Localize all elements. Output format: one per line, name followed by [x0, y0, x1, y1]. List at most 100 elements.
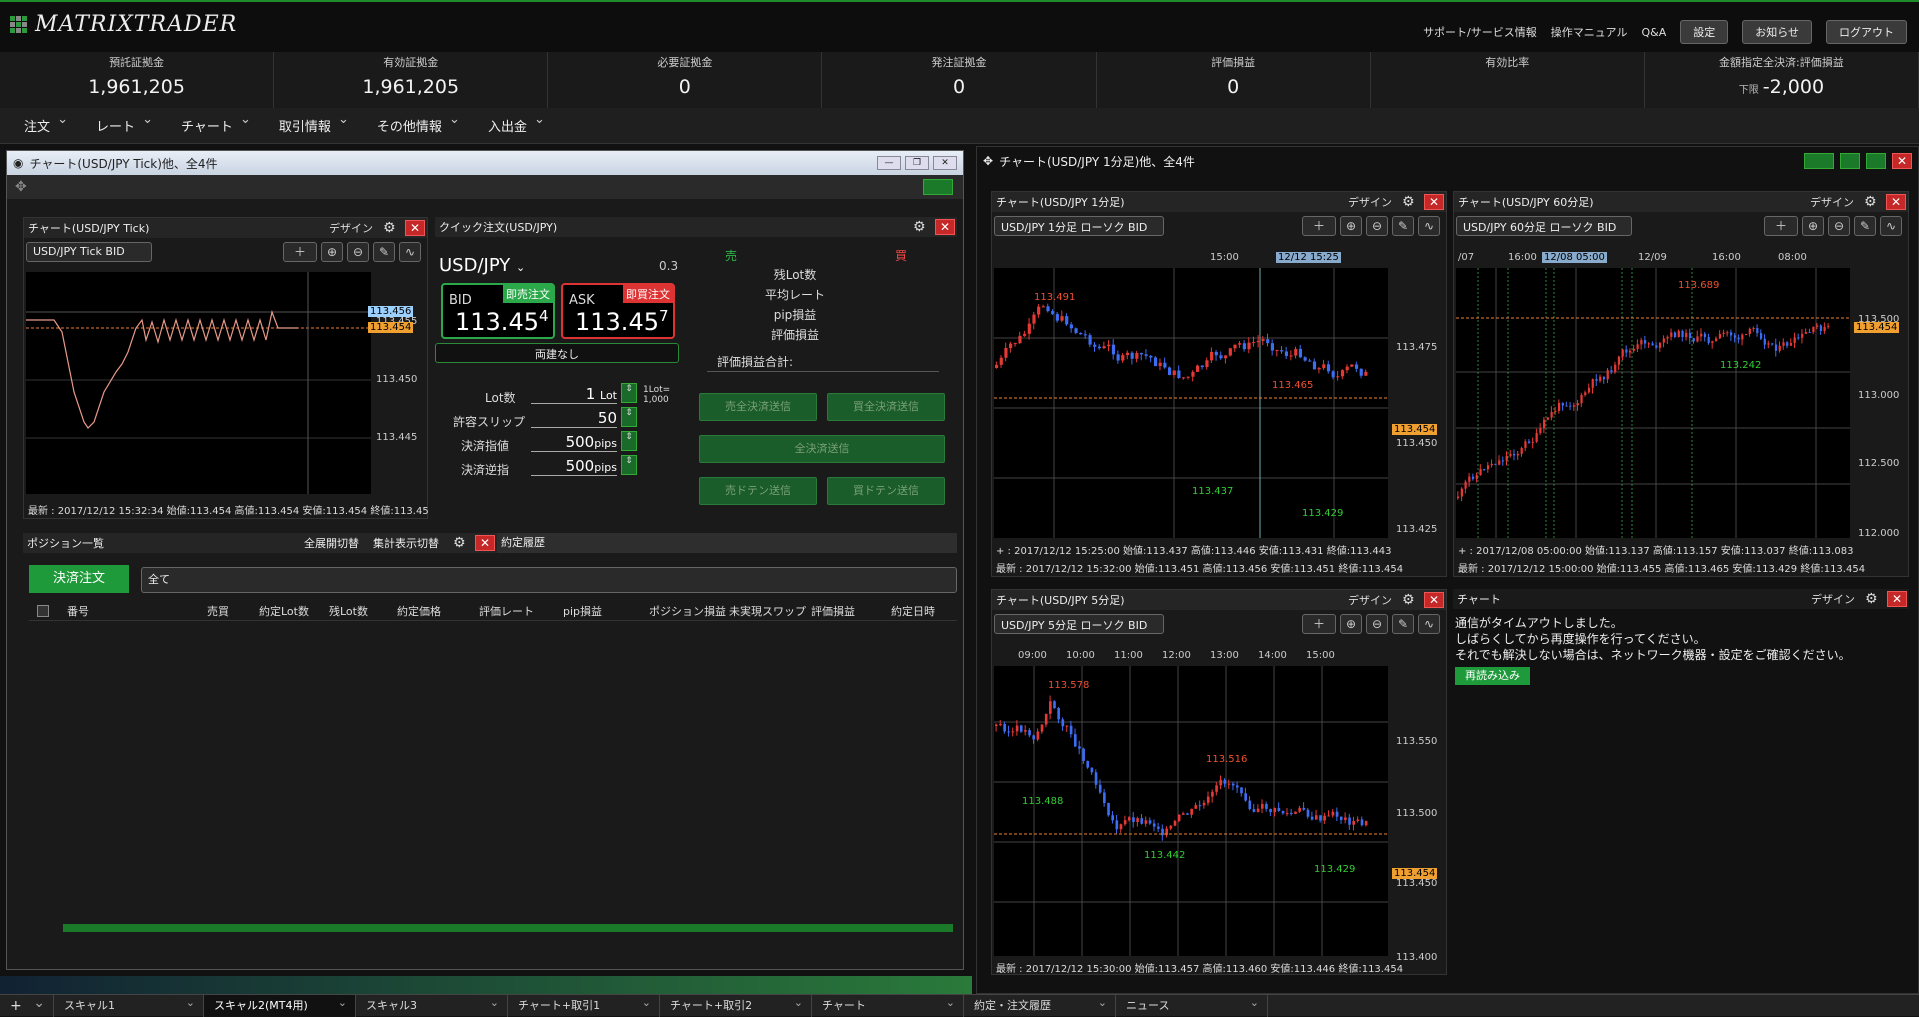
- buy-all-close-button[interactable]: 買全決済送信: [827, 393, 945, 421]
- design-link[interactable]: デザイン: [1810, 194, 1854, 210]
- chart-1min-canvas[interactable]: 113.491 113.465 113.437 113.429: [994, 268, 1388, 538]
- layout-toggle-button[interactable]: [923, 179, 953, 195]
- add-tab-button[interactable]: +: [0, 992, 54, 1017]
- col-number[interactable]: 番号: [67, 603, 89, 619]
- settings-button[interactable]: 設定: [1680, 20, 1729, 44]
- tab-news[interactable]: ニュース: [1116, 992, 1268, 1017]
- manual-link[interactable]: 操作マニュアル: [1551, 24, 1628, 40]
- zoom-in-icon[interactable]: ⊕: [1802, 216, 1824, 236]
- gear-icon[interactable]: ⚙: [1402, 593, 1416, 607]
- draw-pencil-icon[interactable]: ✎: [373, 242, 395, 262]
- indicator-icon[interactable]: ∿: [1880, 216, 1902, 236]
- chart-5min-canvas[interactable]: 113.578 113.516 113.488 113.442 113.429: [994, 666, 1388, 956]
- tab-chart-trade2[interactable]: チャート+取引2: [660, 992, 812, 1017]
- zoom-out-icon[interactable]: ⊖: [1828, 216, 1850, 236]
- zoom-in-icon[interactable]: ⊕: [1340, 216, 1362, 236]
- settle-order-button[interactable]: 決済注文: [29, 565, 129, 593]
- restore-icon[interactable]: ❐: [905, 156, 929, 170]
- gear-icon[interactable]: ⚙: [383, 221, 397, 235]
- layout-toggle-button[interactable]: [1804, 153, 1834, 169]
- zoom-out-icon[interactable]: ⊖: [1366, 614, 1388, 634]
- close-panel-button[interactable]: ✕: [1886, 194, 1906, 210]
- gear-icon[interactable]: ⚙: [1402, 195, 1416, 209]
- design-link[interactable]: デザイン: [329, 220, 373, 236]
- menu-other-info[interactable]: その他情報: [377, 112, 464, 135]
- limit-input[interactable]: 500pips: [531, 433, 617, 452]
- stat-auto-close[interactable]: 金額指定全決済:評価損益 下限 -2,000: [1645, 52, 1919, 108]
- gear-icon[interactable]: ⚙: [1865, 592, 1879, 606]
- menu-order[interactable]: 注文: [24, 112, 72, 135]
- close-panel-button[interactable]: ✕: [475, 535, 495, 551]
- slip-stepper[interactable]: ⇕: [621, 407, 637, 427]
- col-filled-lots[interactable]: 約定Lot数: [259, 603, 309, 619]
- design-link[interactable]: デザイン: [1811, 591, 1855, 607]
- maximize-icon[interactable]: [1866, 153, 1886, 169]
- add-indicator-button[interactable]: ＋: [1764, 216, 1798, 236]
- tab-chart[interactable]: チャート: [812, 992, 964, 1017]
- ask-button[interactable]: ASK 即買注文 113.457: [561, 283, 675, 339]
- stop-input[interactable]: 500pips: [531, 457, 617, 476]
- sell-doten-button[interactable]: 売ドテン送信: [699, 477, 817, 505]
- select-all-checkbox[interactable]: [37, 605, 49, 617]
- reload-button[interactable]: 再読み込み: [1455, 667, 1530, 685]
- gear-icon[interactable]: ⚙: [453, 536, 467, 550]
- col-eval-rate[interactable]: 評価レート: [479, 603, 534, 619]
- add-indicator-button[interactable]: ＋: [1302, 216, 1336, 236]
- tab-scalp1[interactable]: スキャル1: [54, 992, 204, 1017]
- summary-toggle[interactable]: 集計表示切替: [373, 535, 439, 551]
- all-close-button[interactable]: 全決済送信: [699, 435, 945, 463]
- stop-stepper[interactable]: ⇕: [621, 455, 637, 475]
- menu-deposit[interactable]: 入出金: [488, 112, 549, 135]
- gear-icon[interactable]: ⚙: [913, 220, 927, 234]
- menu-rate[interactable]: レート: [96, 112, 157, 135]
- col-fill-date[interactable]: 約定日時: [891, 603, 935, 619]
- close-panel-button[interactable]: ✕: [935, 219, 955, 235]
- chart-60min-canvas[interactable]: 113.689 113.242: [1456, 268, 1850, 538]
- close-panel-button[interactable]: ✕: [1424, 194, 1444, 210]
- indicator-icon[interactable]: ∿: [1418, 614, 1440, 634]
- zoom-out-icon[interactable]: ⊖: [1366, 216, 1388, 236]
- close-panel-button[interactable]: ✕: [1424, 592, 1444, 608]
- col-remaining-lots[interactable]: 残Lot数: [329, 603, 368, 619]
- add-indicator-button[interactable]: ＋: [1302, 614, 1336, 634]
- draw-pencil-icon[interactable]: ✎: [1392, 614, 1414, 634]
- chart-1min-select[interactable]: USD/JPY 1分足 ローソク BID: [994, 216, 1164, 236]
- bid-button[interactable]: BID 即売注文 113.454: [441, 283, 555, 339]
- col-eval-pnl[interactable]: 評価損益: [811, 603, 855, 619]
- col-pip-pnl[interactable]: pip損益: [563, 603, 602, 619]
- chart-60min-select[interactable]: USD/JPY 60分足 ローソク BID: [1456, 216, 1632, 236]
- hedge-select[interactable]: 両建なし: [435, 343, 679, 363]
- tab-scalp2[interactable]: スキャル2(MT4用): [204, 992, 356, 1017]
- qa-link[interactable]: Q&A: [1641, 26, 1666, 39]
- news-button[interactable]: お知らせ: [1742, 20, 1812, 44]
- zoom-out-icon[interactable]: ⊖: [347, 242, 369, 262]
- left-window-titlebar[interactable]: ◉ チャート(USD/JPY Tick)他、全4件 — ❐ ✕: [7, 151, 963, 175]
- history-tab[interactable]: 約定履歴: [497, 533, 957, 553]
- close-panel-button[interactable]: ✕: [405, 220, 425, 236]
- minimize-icon[interactable]: —: [877, 156, 901, 170]
- tick-symbol-select[interactable]: USD/JPY Tick BID: [26, 242, 152, 262]
- close-icon[interactable]: ✕: [1892, 153, 1912, 169]
- position-filter-select[interactable]: 全て: [141, 567, 957, 593]
- indicator-icon[interactable]: ∿: [1418, 216, 1440, 236]
- design-link[interactable]: デザイン: [1348, 592, 1392, 608]
- horizontal-scrollbar[interactable]: [63, 924, 953, 932]
- indicator-icon[interactable]: ∿: [399, 242, 421, 262]
- tab-history[interactable]: 約定・注文履歴: [964, 992, 1116, 1017]
- col-swap[interactable]: 未実現スワップ: [729, 603, 806, 619]
- tab-chart-trade1[interactable]: チャート+取引1: [508, 992, 660, 1017]
- buy-doten-button[interactable]: 買ドテン送信: [827, 477, 945, 505]
- right-window-titlebar[interactable]: ✥ チャート(USD/JPY 1分足)他、全4件 ✕: [977, 147, 1918, 175]
- chart-5min-select[interactable]: USD/JPY 5分足 ローソク BID: [994, 614, 1164, 634]
- menu-trade-info[interactable]: 取引情報: [279, 112, 353, 135]
- menu-chart[interactable]: チャート: [181, 112, 255, 135]
- support-link[interactable]: サポート/サービス情報: [1423, 24, 1537, 40]
- draw-pencil-icon[interactable]: ✎: [1392, 216, 1414, 236]
- lot-input[interactable]: 1 Lot: [531, 385, 617, 404]
- zoom-in-icon[interactable]: ⊕: [321, 242, 343, 262]
- draw-pencil-icon[interactable]: ✎: [1854, 216, 1876, 236]
- minimize-icon[interactable]: [1840, 153, 1860, 169]
- slip-input[interactable]: 50: [531, 409, 617, 428]
- tab-scalp3[interactable]: スキャル3: [356, 992, 508, 1017]
- close-icon[interactable]: ✕: [933, 156, 957, 170]
